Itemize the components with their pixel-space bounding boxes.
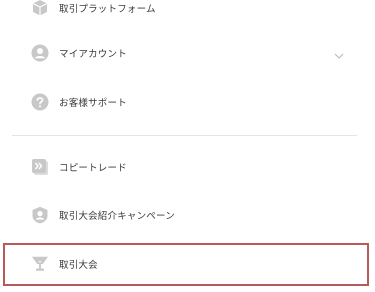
menu-item-label: 取引プラットフォーム <box>59 4 156 15</box>
menu-item-label: 取引大会紹介キャンペーン <box>59 211 175 222</box>
user-icon <box>31 44 49 62</box>
box-icon <box>31 0 49 17</box>
menu-item-trading-platform[interactable]: 取引プラットフォーム <box>0 0 375 28</box>
menu-divider <box>12 135 357 136</box>
menu-item-label: お客様サポート <box>59 98 127 109</box>
menu-item-my-account[interactable]: マイアカウント <box>0 33 375 73</box>
help-icon <box>31 93 49 111</box>
menu-item-customer-support[interactable]: お客様サポート <box>0 82 375 122</box>
menu-item-label: マイアカウント <box>59 49 127 60</box>
menu-item-copy-trade[interactable]: コピートレード <box>0 147 375 187</box>
menu-item-trading-competition[interactable]: 取引大会 <box>0 244 375 284</box>
chevron-down-icon[interactable] <box>333 47 345 59</box>
trophy-icon <box>31 255 49 273</box>
shield-user-icon <box>31 206 49 224</box>
menu-item-label: 取引大会 <box>59 260 98 271</box>
menu-item-referral-campaign[interactable]: 取引大会紹介キャンペーン <box>0 195 375 235</box>
copy-trade-icon <box>31 158 49 176</box>
menu-item-label: コピートレード <box>59 163 127 174</box>
side-menu: 取引プラットフォーム マイアカウント お客様サポート コピートレード 取引大会紹… <box>0 0 375 292</box>
